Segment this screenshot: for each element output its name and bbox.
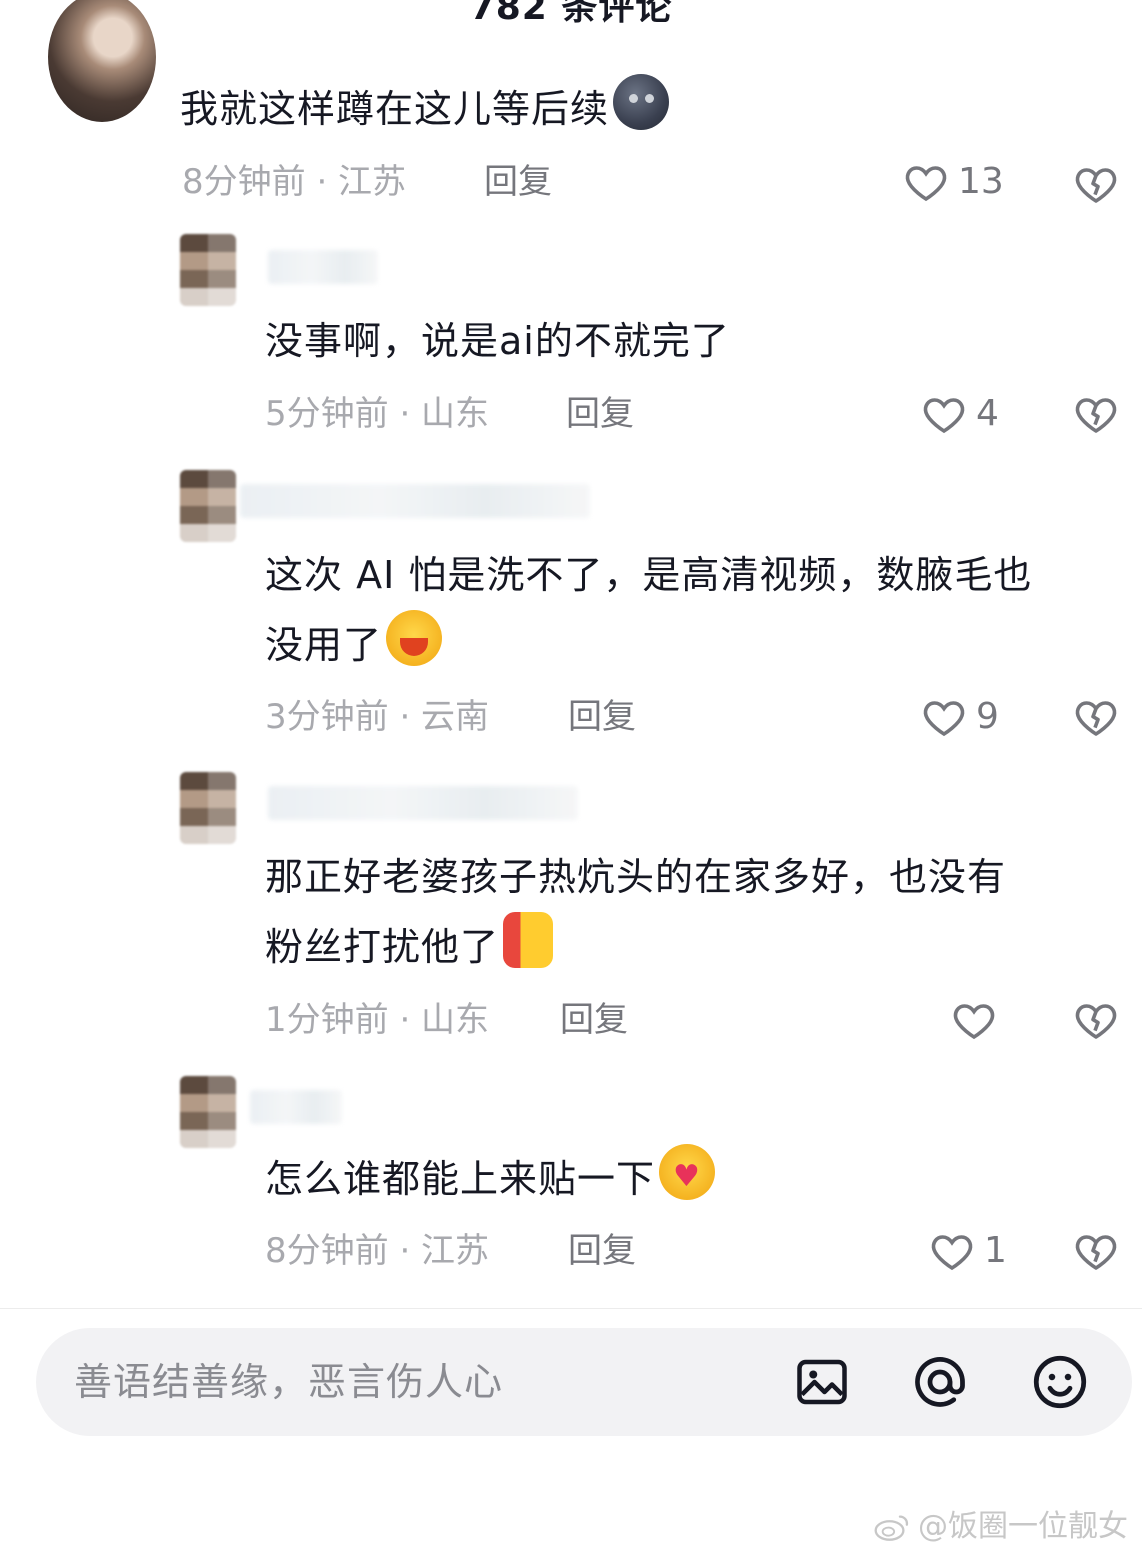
heart-icon <box>931 1235 973 1271</box>
heart-icon <box>953 1004 995 1040</box>
username-blurred <box>268 250 378 284</box>
username-blurred <box>250 1090 342 1124</box>
reply-button[interactable]: 回复 <box>568 1231 636 1271</box>
comment-meta: 5分钟前 · 山东 <box>265 394 490 434</box>
hugging-heart-face-emoji-icon <box>659 1144 716 1200</box>
heart-icon <box>923 701 965 737</box>
heart-icon <box>905 166 947 202</box>
reply-button[interactable]: 回复 <box>568 697 636 737</box>
avatar[interactable] <box>180 1076 236 1148</box>
divider <box>0 1308 1142 1309</box>
reply-button[interactable]: 回复 <box>566 394 634 434</box>
like-button[interactable]: 4 <box>920 390 999 438</box>
comment-count-title: 782 条评论 <box>469 0 673 28</box>
avatar[interactable] <box>180 234 236 306</box>
broken-heart-icon[interactable] <box>1072 996 1120 1044</box>
broken-heart-icon[interactable] <box>1072 390 1120 438</box>
emoji-icon[interactable] <box>1030 1352 1090 1412</box>
like-button[interactable]: 13 <box>902 158 1004 206</box>
like-button[interactable]: 9 <box>920 693 999 741</box>
broken-heart-icon[interactable] <box>1072 160 1120 208</box>
avatar[interactable] <box>48 0 156 122</box>
heart-icon <box>923 398 965 434</box>
at-icon[interactable] <box>910 1352 970 1412</box>
comment-meta: 3分钟前 · 云南 <box>265 697 490 737</box>
like-button[interactable] <box>950 996 1006 1044</box>
like-count: 4 <box>976 393 999 434</box>
broken-heart-icon[interactable] <box>1072 693 1120 741</box>
image-icon[interactable] <box>792 1352 852 1412</box>
weibo-logo-icon <box>874 1515 909 1541</box>
like-count: 9 <box>976 696 999 737</box>
reply-button[interactable]: 回复 <box>560 1000 628 1040</box>
comment-meta: 8分钟前 · 江苏 <box>265 1231 490 1271</box>
avatar[interactable] <box>180 772 236 844</box>
like-button[interactable]: 1 <box>928 1227 1007 1275</box>
comment-meta: 8分钟前 · 江苏 <box>182 162 407 202</box>
comment-input[interactable]: 善语结善缘，恶言伤人心 <box>74 1358 503 1406</box>
avatar[interactable] <box>180 470 236 542</box>
new-moon-face-emoji-icon <box>613 74 670 130</box>
loudly-crying-face-emoji-icon <box>386 610 443 666</box>
watermark-text: @饭圈一位靓女 <box>918 1509 1128 1544</box>
comment-text: 怎么谁都能上来贴一下 <box>265 1144 716 1214</box>
username-blurred <box>268 786 578 820</box>
comment-text: 那正好老婆孩子热炕头的在家多好，也没有 <box>265 855 1007 899</box>
watermark: @饭圈一位靓女 <box>874 1507 1128 1547</box>
comment-input-bar[interactable]: 善语结善缘，恶言伤人心 <box>36 1328 1132 1436</box>
comment-meta: 1分钟前 · 山东 <box>265 1000 490 1040</box>
like-count: 13 <box>958 161 1004 202</box>
comment-text: 我就这样蹲在这儿等后续 <box>180 74 670 144</box>
broken-heart-icon[interactable] <box>1072 1227 1120 1275</box>
thumbs-up-emoji-icon <box>503 912 554 968</box>
reply-button[interactable]: 回复 <box>484 162 552 202</box>
comment-text: 没用了 <box>265 610 443 680</box>
username-blurred <box>240 484 590 518</box>
comment-text: 这次 AI 怕是洗不了，是高清视频，数腋毛也 <box>265 553 1033 597</box>
comment-text: 粉丝打扰他了 <box>265 912 554 982</box>
comment-text: 没事啊，说是ai的不就完了 <box>265 319 730 363</box>
like-count: 1 <box>984 1230 1007 1271</box>
